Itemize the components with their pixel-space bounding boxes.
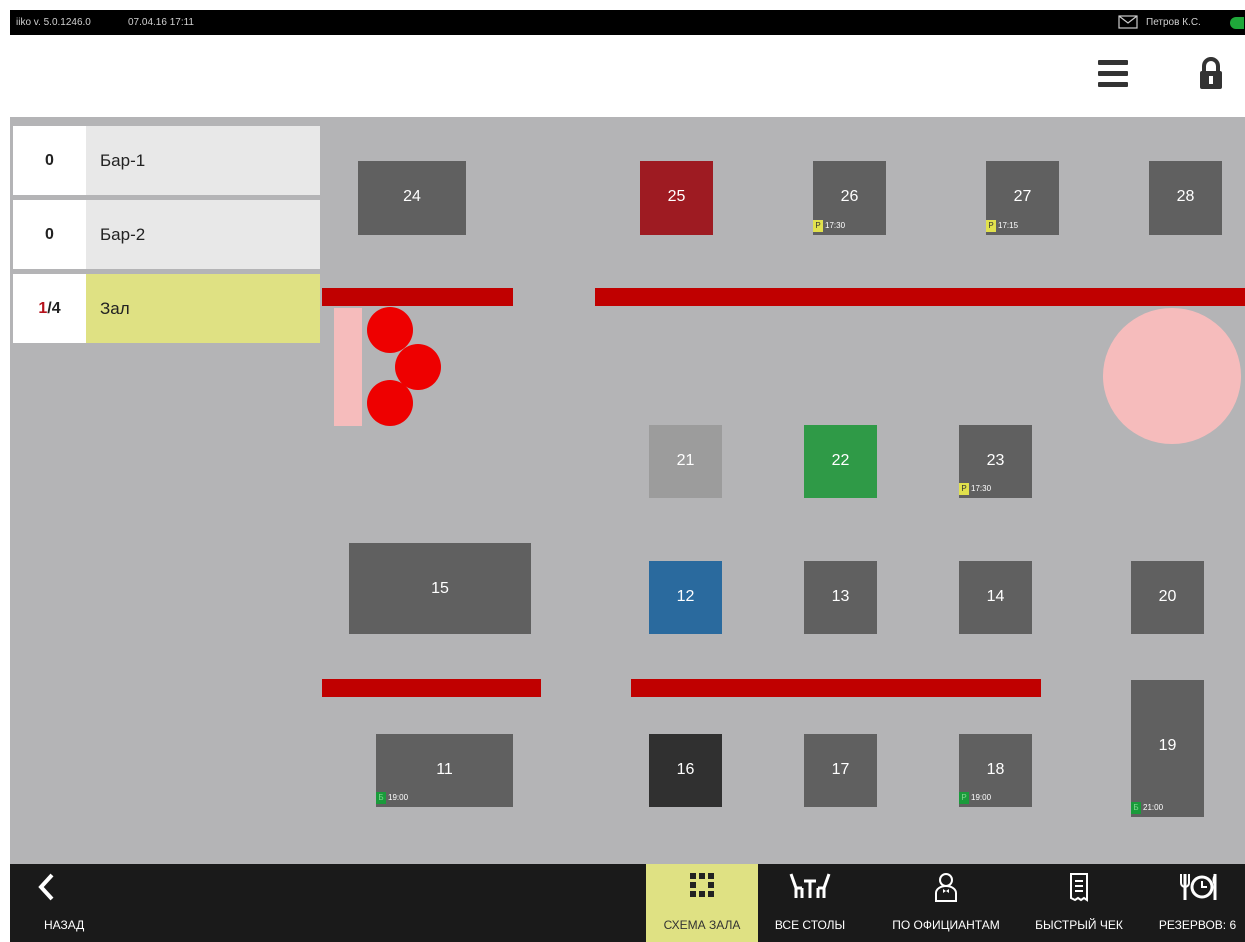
waiter-icon — [935, 873, 957, 902]
table-22[interactable]: 22 — [804, 425, 877, 498]
tab-label: СХЕМА ЗАЛА — [663, 918, 741, 932]
table-17[interactable]: 17 — [804, 734, 877, 807]
tab-fast-check[interactable]: БЫСТРЫЙ ЧЕК — [1028, 864, 1130, 942]
back-label: НАЗАД — [44, 918, 85, 932]
header — [10, 35, 1245, 117]
wall-bar — [631, 679, 1041, 697]
table-11[interactable]: 11 Б 19:00 — [376, 734, 513, 807]
section-count: 1/4 — [13, 274, 86, 343]
table-24[interactable]: 24 — [358, 161, 466, 235]
table-21[interactable]: 21 — [649, 425, 722, 498]
online-indicator — [1230, 17, 1244, 29]
table-12[interactable]: 12 — [649, 561, 722, 634]
tab-label: БЫСТРЫЙ ЧЕК — [1035, 918, 1123, 932]
tab-all-tables[interactable]: ВСЕ СТОЛЫ — [762, 864, 858, 942]
section-name: Бар-2 — [86, 200, 320, 269]
reservation-badge: Р 17:30 — [813, 220, 848, 232]
tab-floor-scheme[interactable]: СХЕМА ЗАЛА — [646, 864, 758, 942]
receipt-icon — [1070, 873, 1088, 902]
lock-icon[interactable] — [1198, 57, 1224, 91]
table-16[interactable]: 16 — [649, 734, 722, 807]
section-bar-2[interactable]: 0 Бар-2 — [13, 200, 320, 269]
reservation-badge: Б 21:00 — [1131, 802, 1166, 814]
grid-icon — [690, 873, 714, 897]
section-bar-1[interactable]: 0 Бар-1 — [13, 126, 320, 195]
bottom-nav: НАЗАД СХЕМА ЗАЛА ВСЕ СТОЛЫ ПО ОФИЦИАНТАМ… — [10, 864, 1245, 942]
reservation-badge: Р 19:00 — [959, 792, 994, 804]
section-name: Бар-1 — [86, 126, 320, 195]
table-27[interactable]: 27 Р 17:15 — [986, 161, 1059, 235]
decor-pillar — [334, 308, 362, 426]
section-name: Зал — [86, 274, 320, 343]
tab-reserves[interactable]: РЕЗЕРВОВ: 6 — [1150, 864, 1245, 942]
section-list: 0 Бар-1 0 Бар-2 1/4 Зал — [13, 126, 320, 348]
tab-label: ПО ОФИЦИАНТАМ — [892, 918, 1000, 932]
reservation-badge: Р 17:30 — [959, 483, 994, 495]
status-bar: iiko v. 5.0.1246.0 07.04.16 17:11 Петров… — [10, 10, 1245, 35]
table-18[interactable]: 18 Р 19:00 — [959, 734, 1032, 807]
mail-icon[interactable] — [1118, 15, 1138, 29]
decor-round-area — [1103, 308, 1241, 444]
table-26[interactable]: 26 Р 17:30 — [813, 161, 886, 235]
app-window: iiko v. 5.0.1246.0 07.04.16 17:11 Петров… — [0, 0, 1245, 942]
back-icon — [38, 873, 54, 901]
menu-icon[interactable] — [1098, 60, 1130, 92]
decor-round-seat — [367, 380, 413, 426]
wall-bar — [322, 288, 513, 306]
table-25[interactable]: 25 — [640, 161, 713, 235]
tab-label: ВСЕ СТОЛЫ — [774, 918, 846, 932]
table-23[interactable]: 23 Р 17:30 — [959, 425, 1032, 498]
tables-icon — [789, 873, 831, 898]
tab-by-waiters[interactable]: ПО ОФИЦИАНТАМ — [872, 864, 1020, 942]
table-15[interactable]: 15 — [349, 543, 531, 634]
reservation-badge: Р 17:15 — [986, 220, 1021, 232]
wall-bar — [595, 288, 1245, 306]
table-20[interactable]: 20 — [1131, 561, 1204, 634]
version-label: iiko v. 5.0.1246.0 — [16, 17, 91, 28]
section-hall[interactable]: 1/4 Зал — [13, 274, 320, 343]
user-name[interactable]: Петров К.С. — [1146, 17, 1201, 28]
reserve-icon — [1179, 873, 1216, 900]
table-19[interactable]: 19 Б 21:00 — [1131, 680, 1204, 817]
datetime-label: 07.04.16 17:11 — [128, 17, 194, 28]
wall-bar — [322, 679, 541, 697]
table-14[interactable]: 14 — [959, 561, 1032, 634]
floor-plan: 0 Бар-1 0 Бар-2 1/4 Зал 24 25 26 Р17:30 — [10, 117, 1245, 864]
reservation-badge: Б 19:00 — [376, 792, 411, 804]
section-count: 0 — [13, 200, 86, 269]
tab-label: РЕЗЕРВОВ: 6 — [1158, 918, 1237, 932]
back-button[interactable]: НАЗАД — [10, 864, 90, 942]
table-28[interactable]: 28 — [1149, 161, 1222, 235]
table-13[interactable]: 13 — [804, 561, 877, 634]
section-count: 0 — [13, 126, 86, 195]
